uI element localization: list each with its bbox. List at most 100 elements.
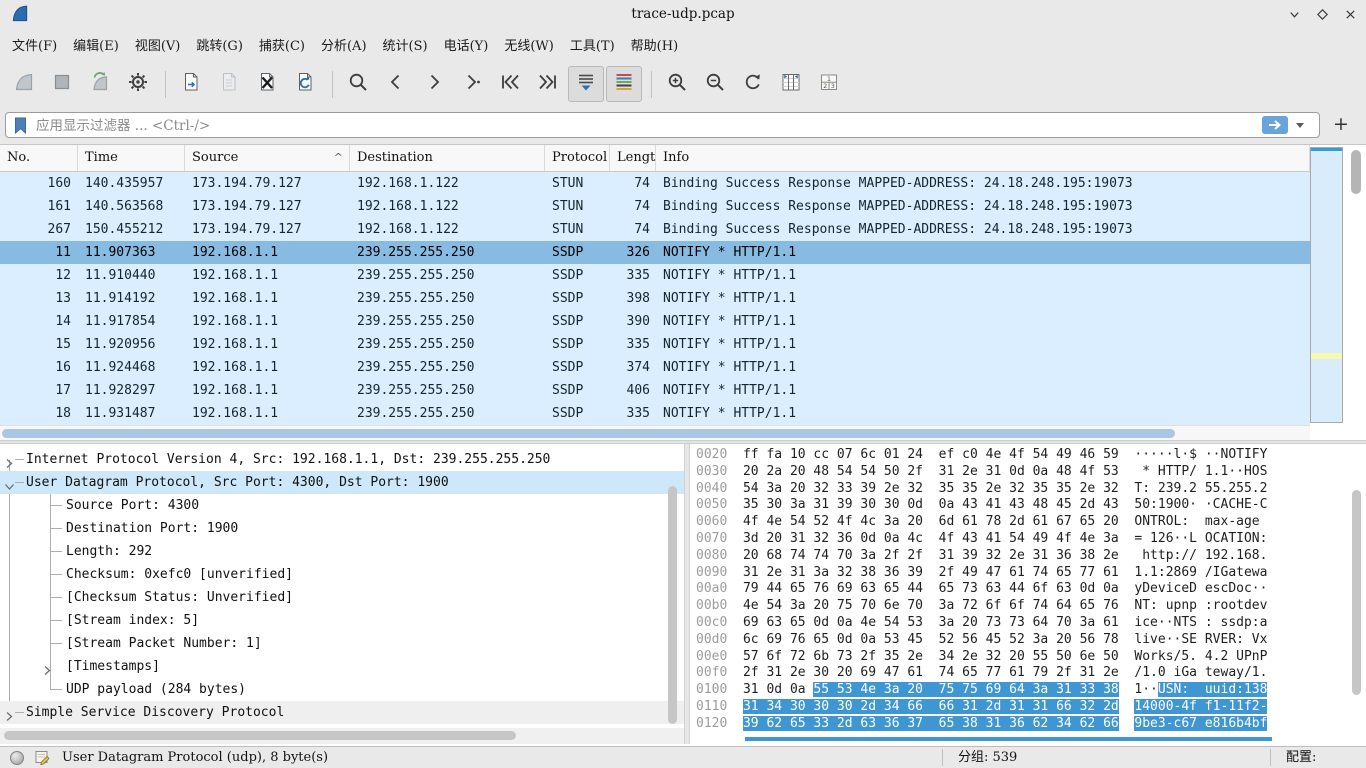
hex-byte[interactable]: 32 xyxy=(813,531,836,546)
hex-byte[interactable]: 10 xyxy=(790,447,813,462)
ascii-char[interactable]: V xyxy=(1252,632,1260,647)
detail-row[interactable]: Source Port: 4300 xyxy=(0,494,684,517)
ascii-char[interactable]: s xyxy=(1166,649,1174,664)
hex-byte[interactable]: 0d xyxy=(813,615,836,630)
hex-byte[interactable]: 55 xyxy=(1033,649,1056,664)
zoom-reset-button[interactable] xyxy=(735,66,771,102)
ascii-char[interactable]: o xyxy=(1142,649,1150,664)
ascii-char[interactable]: 2 xyxy=(1189,481,1197,496)
packet-list-minimap[interactable] xyxy=(1310,147,1343,423)
hex-byte[interactable]: 52 xyxy=(939,632,962,647)
ascii-char[interactable]: : xyxy=(1150,497,1158,512)
ascii-char[interactable]: h xyxy=(1142,548,1150,563)
hex-byte[interactable]: 76 xyxy=(813,581,836,596)
hex-byte[interactable]: 72 xyxy=(790,649,813,664)
ascii-char[interactable]: 2 xyxy=(1228,481,1236,496)
ascii-char[interactable]: · xyxy=(1158,615,1166,630)
ascii-char[interactable]: . xyxy=(1252,481,1260,496)
hex-byte[interactable]: 62 xyxy=(1080,716,1103,731)
expand-arrow-icon[interactable] xyxy=(4,707,15,718)
hex-byte[interactable]: 31 xyxy=(790,531,813,546)
goto-packet-button[interactable] xyxy=(454,66,490,102)
ascii-char[interactable]: 6 xyxy=(1166,531,1174,546)
hex-byte[interactable]: 79 xyxy=(1033,665,1056,680)
hex-byte[interactable]: 54 xyxy=(743,481,766,496)
ascii-char[interactable]: 1 xyxy=(1150,565,1158,580)
packet-list-horizontal-scrollbar[interactable] xyxy=(0,425,1310,441)
ascii-char[interactable]: 6 xyxy=(1181,716,1189,731)
detail-row[interactable]: Simple Service Discovery Protocol xyxy=(0,701,684,724)
hex-byte[interactable]: 69 xyxy=(766,632,789,647)
ascii-char[interactable]: p xyxy=(1244,615,1252,630)
ascii-char[interactable]: C xyxy=(1260,497,1268,512)
last-packet-button[interactable] xyxy=(530,66,566,102)
ascii-char[interactable]: o xyxy=(1236,581,1244,596)
hex-byte[interactable]: 4f xyxy=(1056,531,1079,546)
hex-byte[interactable]: 2e xyxy=(962,464,985,479)
hex-byte[interactable]: 4e xyxy=(860,682,883,697)
ascii-char[interactable]: 1 xyxy=(1236,699,1244,714)
ascii-char[interactable]: a xyxy=(1236,514,1244,529)
hex-byte[interactable]: 34 xyxy=(766,699,789,714)
ascii-char[interactable]: c xyxy=(1244,581,1252,596)
ascii-char[interactable]: e xyxy=(1150,615,1158,630)
ascii-char[interactable]: H xyxy=(1158,464,1166,479)
ascii-char[interactable]: 0 xyxy=(1150,699,1158,714)
ascii-char[interactable]: 0 xyxy=(1166,699,1174,714)
detail-row[interactable]: UDP payload (284 bytes) xyxy=(0,678,684,701)
ascii-char[interactable]: · xyxy=(1205,497,1213,512)
hex-byte[interactable]: 3a xyxy=(884,682,907,697)
hex-byte[interactable]: 2f xyxy=(939,565,962,580)
ascii-char[interactable]: · xyxy=(1158,447,1166,462)
ascii-char[interactable]: 0 xyxy=(1158,665,1166,680)
ascii-char[interactable]: · xyxy=(1228,464,1236,479)
hex-byte[interactable]: 3a xyxy=(1103,531,1119,546)
ascii-char[interactable]: · xyxy=(1181,447,1189,462)
ascii-char[interactable]: E xyxy=(1244,497,1252,512)
ascii-char[interactable]: P xyxy=(1244,649,1252,664)
hex-byte[interactable]: 69 xyxy=(837,581,860,596)
menu-tools[interactable]: 工具(T) xyxy=(562,30,623,59)
hex-byte[interactable]: 62 xyxy=(766,716,789,731)
ascii-char[interactable]: e xyxy=(1181,581,1189,596)
ascii-char[interactable]: k xyxy=(1158,649,1166,664)
hex-byte[interactable]: 34 xyxy=(1056,716,1079,731)
hex-byte[interactable]: 3a xyxy=(766,481,789,496)
ascii-char[interactable]: e xyxy=(1205,581,1213,596)
hex-byte[interactable]: 78 xyxy=(986,514,1009,529)
hex-byte[interactable]: 70 xyxy=(860,598,883,613)
ascii-char[interactable]: F xyxy=(1252,447,1260,462)
hex-byte[interactable]: 32 xyxy=(986,649,1009,664)
hex-byte[interactable]: 2e xyxy=(1009,548,1032,563)
ascii-char[interactable]: 2 xyxy=(1260,481,1268,496)
hex-row[interactable]: 00b0 4e 54 3a 20 75 70 6e 70 3a 72 6f 6f… xyxy=(696,598,1346,615)
ascii-char[interactable]: e xyxy=(1150,581,1158,596)
packet-row[interactable]: 1611.924468192.168.1.1239.255.255.250SSD… xyxy=(0,356,1310,379)
capture-comment-icon[interactable] xyxy=(34,749,50,765)
menu-help[interactable]: 帮助(H) xyxy=(623,30,686,59)
detail-row[interactable]: Checksum: 0xefc0 [unverified] xyxy=(0,563,684,586)
packet-row[interactable]: 1511.920956192.168.1.1239.255.255.250SSD… xyxy=(0,333,1310,356)
hex-byte[interactable]: 2e xyxy=(1103,665,1119,680)
ascii-char[interactable]: 3 xyxy=(1252,682,1260,697)
hex-byte[interactable]: 6d xyxy=(939,514,962,529)
ascii-char[interactable]: U xyxy=(1158,682,1166,697)
hex-byte[interactable]: 53 xyxy=(837,682,860,697)
ascii-char[interactable]: 0 xyxy=(1142,497,1150,512)
ascii-char[interactable]: v xyxy=(1260,598,1268,613)
ascii-char[interactable]: O xyxy=(1166,514,1174,529)
detail-row[interactable]: [Stream index: 5] xyxy=(0,609,684,632)
hex-byte[interactable]: 2a xyxy=(766,464,789,479)
ascii-char[interactable]: / xyxy=(1189,464,1197,479)
hex-row[interactable]: 00c0 69 63 65 0d 0a 4e 54 53 3a 20 73 73… xyxy=(696,615,1346,632)
hex-byte[interactable]: 36 xyxy=(884,716,907,731)
menu-go[interactable]: 跳转(G) xyxy=(188,30,251,59)
hex-byte[interactable]: 50 xyxy=(1056,649,1079,664)
hex-byte[interactable]: 36 xyxy=(1056,548,1079,563)
hex-byte[interactable]: 2f xyxy=(907,548,923,563)
hex-byte[interactable]: 4c xyxy=(907,531,923,546)
hex-byte[interactable]: 24 xyxy=(907,447,923,462)
menu-edit[interactable]: 编辑(E) xyxy=(65,30,127,59)
hex-byte[interactable]: 07 xyxy=(837,447,860,462)
hex-byte[interactable]: 2d xyxy=(837,716,860,731)
